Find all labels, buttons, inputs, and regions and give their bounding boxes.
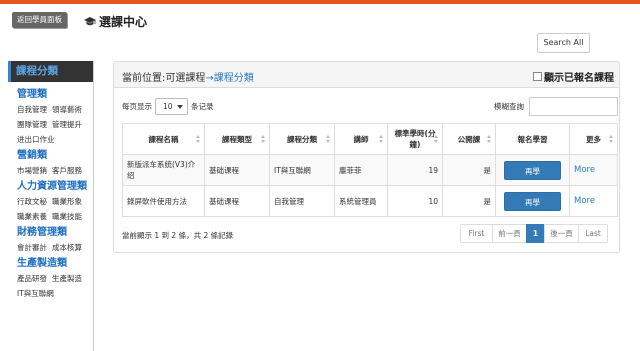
sidebar-item[interactable]: 領導藝術 xyxy=(52,104,82,116)
sidebar-item[interactable]: 进出口作业 xyxy=(17,134,55,146)
sort-icon xyxy=(326,135,331,144)
cell-minutes: 19 xyxy=(387,154,443,186)
pagination-first[interactable]: First xyxy=(460,224,493,243)
column-header-public[interactable]: 公開課 xyxy=(442,123,496,155)
sidebar-item[interactable]: 產品研發 xyxy=(17,273,47,285)
cell-teacher: 龐菲菲 xyxy=(334,154,388,186)
cell-course-category: IT與互聯網 xyxy=(269,154,335,186)
cell-more: More xyxy=(569,154,618,186)
category-management[interactable]: 管理類 xyxy=(8,88,93,102)
cell-course-name: 新版派车系统(V3)介绍 xyxy=(122,154,205,186)
cell-course-type: 基础课程 xyxy=(204,154,270,186)
panel-header: 當前位置:可選課程→課程分類 顯示已報名課程 xyxy=(114,62,619,88)
course-list-panel: 當前位置:可選課程→課程分類 顯示已報名課程 每页显示 10 条记录 模糊查詢 … xyxy=(113,61,620,253)
sidebar-item[interactable]: IT與互聯網 xyxy=(17,288,54,300)
sidebar-item[interactable]: 職業素養 xyxy=(17,211,47,223)
sidebar-item[interactable]: 客戶服務 xyxy=(52,165,82,177)
course-table: 課程名稱 課程類型 課程分類 講師 標準學時(分鐘) 公開課 報名學習 更多 新… xyxy=(122,123,618,217)
cell-course-name: 錄屏軟件使用方法 xyxy=(122,185,205,217)
sidebar-heading: 課程分類 xyxy=(8,61,93,82)
cell-more: More xyxy=(569,185,618,217)
category-finance[interactable]: 財務管理類 xyxy=(8,226,93,240)
category-production[interactable]: 生產製造類 xyxy=(8,257,93,271)
sort-icon xyxy=(196,135,201,144)
fuzzy-search: 模糊查詢 xyxy=(494,97,618,116)
sidebar-item[interactable]: 行政文秘 xyxy=(17,196,47,208)
top-accent-bar xyxy=(0,0,640,4)
sort-icon xyxy=(379,135,384,144)
breadcrumb-current: 當前位置:可選課程 xyxy=(122,73,206,84)
column-header-teacher[interactable]: 講師 xyxy=(334,123,388,155)
fuzzy-search-input[interactable] xyxy=(529,97,618,116)
cell-course-type: 基础课程 xyxy=(204,185,270,217)
course-category-sidebar: 課程分類 管理類 自我管理 領導藝術 團隊管理 管理提升 进出口作业 營銷類 市… xyxy=(8,61,94,351)
sidebar-item[interactable]: 管理提升 xyxy=(52,119,82,131)
sort-icon xyxy=(434,135,439,144)
page-length-control: 每页显示 10 条记录 xyxy=(122,98,214,115)
cell-public: 是 xyxy=(442,154,496,186)
pagination: First 前一頁 1 後一頁 Last xyxy=(460,224,608,243)
sidebar-item[interactable]: 團隊管理 xyxy=(17,119,47,131)
page-title-text: 選課中心 xyxy=(99,15,148,29)
sidebar-item[interactable]: 會計審計 xyxy=(17,242,47,254)
column-header-more[interactable]: 更多 xyxy=(569,123,618,155)
show-enrolled-toggle[interactable]: 顯示已報名課程 xyxy=(533,69,614,84)
sort-icon xyxy=(609,135,614,144)
page-title: 選課中心 xyxy=(84,13,147,30)
sidebar-item[interactable]: 自我管理 xyxy=(17,104,47,116)
search-all-button[interactable]: Search All xyxy=(537,33,590,53)
table-header-row: 課程名稱 課程類型 課程分類 講師 標準學時(分鐘) 公開課 報名學習 更多 xyxy=(122,123,618,155)
table-row: 錄屏軟件使用方法 基础课程 自我管理 系統管理員 10 是 再學 More xyxy=(122,185,618,217)
page-length-prefix: 每页显示 xyxy=(122,102,152,111)
cell-public: 是 xyxy=(442,185,496,217)
sidebar-item[interactable]: 生產製造 xyxy=(52,273,82,285)
pagination-prev[interactable]: 前一頁 xyxy=(492,224,527,243)
breadcrumb: 當前位置:可選課程→課程分類 xyxy=(122,69,254,84)
back-to-panel-button[interactable]: 返回學員面板 xyxy=(12,12,67,28)
table-row: 新版派车系统(V3)介绍 基础课程 IT與互聯網 龐菲菲 19 是 再學 Mor… xyxy=(122,154,618,186)
relearn-button[interactable]: 再學 xyxy=(504,160,561,180)
column-header-minutes[interactable]: 標準學時(分鐘) xyxy=(387,123,443,155)
page-length-select[interactable]: 10 xyxy=(155,98,188,115)
show-enrolled-label: 顯示已報名課程 xyxy=(544,73,614,84)
sort-icon xyxy=(487,135,492,144)
category-marketing[interactable]: 營銷類 xyxy=(8,149,93,163)
fuzzy-search-label: 模糊查詢 xyxy=(494,102,524,111)
sort-icon xyxy=(261,135,266,144)
breadcrumb-category-link[interactable]: →課程分類 xyxy=(205,73,253,84)
show-enrolled-checkbox[interactable] xyxy=(533,72,542,81)
sidebar-item[interactable]: 職業形象 xyxy=(52,196,82,208)
pagination-last[interactable]: Last xyxy=(578,224,608,243)
relearn-button[interactable]: 再學 xyxy=(504,191,561,211)
cell-course-category: 自我管理 xyxy=(269,185,335,217)
more-link[interactable]: More xyxy=(574,165,595,175)
more-link[interactable]: More xyxy=(574,196,595,206)
table-info: 當前顯示 1 到 2 條，共 2 條記錄 xyxy=(122,231,234,240)
pagination-next[interactable]: 後一頁 xyxy=(544,224,579,243)
sidebar-item[interactable]: 市場營銷 xyxy=(17,165,47,177)
graduation-cap-icon xyxy=(84,17,96,26)
pagination-current[interactable]: 1 xyxy=(526,224,545,243)
column-header-name[interactable]: 課程名稱 xyxy=(122,123,205,155)
column-header-enroll: 報名學習 xyxy=(495,123,570,155)
category-hr[interactable]: 人力資源管理類 xyxy=(8,180,93,194)
cell-enroll: 再學 xyxy=(495,154,570,186)
sidebar-item[interactable]: 成本核算 xyxy=(52,242,82,254)
cell-minutes: 10 xyxy=(387,185,443,217)
column-header-type[interactable]: 課程類型 xyxy=(204,123,270,155)
column-header-category[interactable]: 課程分類 xyxy=(269,123,335,155)
cell-teacher: 系統管理員 xyxy=(334,185,388,217)
page-length-suffix: 条记录 xyxy=(191,102,214,111)
sidebar-item[interactable]: 職業技能 xyxy=(52,211,82,223)
cell-enroll: 再學 xyxy=(495,185,570,217)
